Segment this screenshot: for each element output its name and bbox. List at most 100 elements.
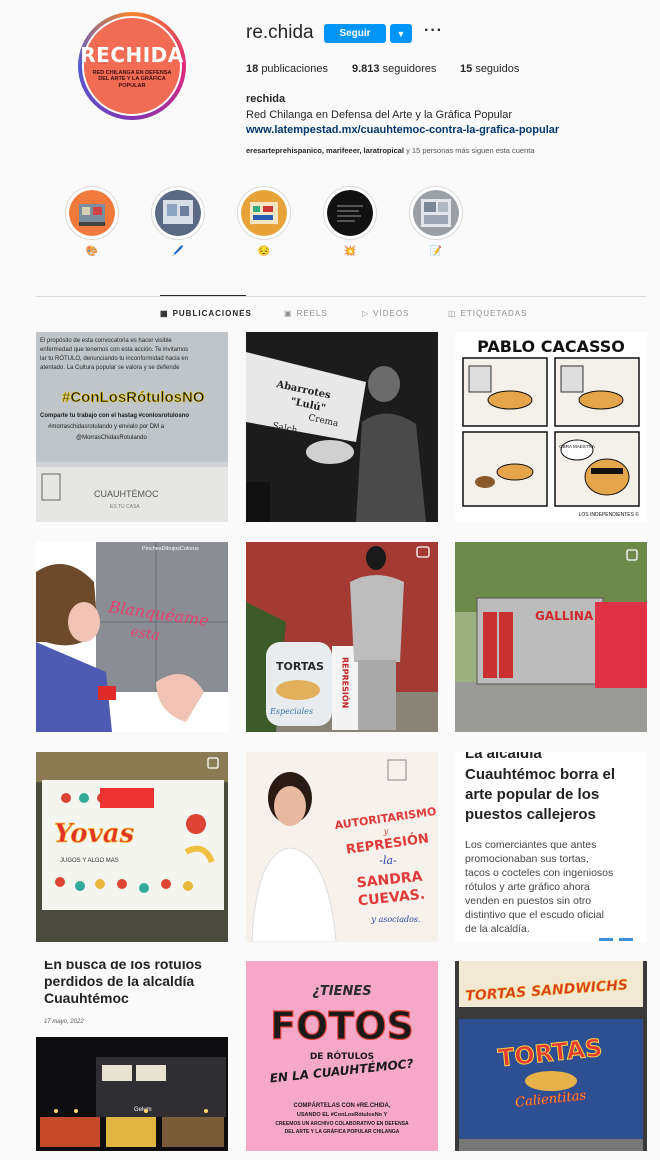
post-text-line: y [383,827,389,836]
post-text-line: -la- [379,854,397,867]
post-text-line: promocionaban sus tortas, [465,853,589,865]
post-image: AUTORITARISMO y REPRESIÓN -la- SANDRA CU… [246,752,438,942]
post-text-line: lar tu RÓTULO, denunciando tu inconformi… [40,355,188,362]
post-image: La alcaldía Cuauhtémoc borra el arte pop… [455,752,647,942]
post-tile-8[interactable]: AUTORITARISMO y REPRESIÓN -la- SANDRA CU… [246,752,438,942]
suggested-dropdown-button[interactable]: ▼ [390,24,412,43]
post-text-line: Cuauhtémoc borra el [465,766,615,783]
profile-link[interactable]: www.latempestad.mx/cuauhtemoc-contra-la-… [246,124,559,136]
post-text-line: Especiales [269,707,313,716]
post-tile-9[interactable]: La alcaldía Cuauhtémoc borra el arte pop… [455,752,647,942]
post-tile-10[interactable]: En busca de los rótulos perdidos de la a… [36,961,228,1151]
tab-videos[interactable]: ▷ VÍDEOS [362,309,409,318]
post-tile-1[interactable]: El propósito de esta convocatoria es hac… [36,332,228,522]
stat-following-value: 15 [460,63,473,75]
post-image: PABLO CACASSO OBRA MAESTRA LOS INDEPENDI… [455,332,647,522]
highlight-label: 📝 [429,246,443,257]
stat-posts-value: 18 [246,63,259,75]
post-text-line: y asociados. [370,915,420,924]
post-text-line: @MorrasChidasRotulando [76,435,147,441]
highlight-1[interactable]: 🎨 [62,186,122,257]
post-hashtag: #ConLosRótulosNO [62,389,205,406]
highlight-3[interactable]: 😔 [234,186,294,257]
post-tile-12[interactable]: TORTAS SANDWICHS TORTAS Calientitas [455,961,647,1151]
highlight-label: 💥 [343,246,357,257]
stat-following-label: seguidos [475,63,520,75]
highlight-4[interactable]: 💥 [320,186,380,257]
post-text-line: 17 mayo, 2022 [44,1019,84,1025]
post-text-line: CUAUHTÉMOC [94,489,159,499]
post-text-line: El propósito de esta convocatoria es hac… [40,338,172,344]
highlight-ring [409,186,463,240]
post-text-line: Cuauhtémoc [44,990,129,1006]
post-image: TORTAS SANDWICHS TORTAS Calientitas [455,961,647,1151]
highlight-ring [237,186,291,240]
post-text-line: enfermedad que tenemos con esta acción. … [40,347,188,353]
tagged-icon: ◫ [448,309,457,318]
post-image: Yovas JUGOS Y ALGO MAS [36,752,228,942]
highlight-cover [69,190,115,236]
stat-followers-value: 9.813 [352,63,380,75]
post-text-line: La alcaldía [465,752,542,762]
post-text-line: Yovas [54,819,135,849]
highlight-cover [327,190,373,236]
reels-icon: ▣ [284,309,293,318]
post-text-line: rótulos y arte gráfico ahora [465,881,590,893]
username: re.chida [246,22,314,43]
post-image: GALLINA [455,542,647,732]
stat-following[interactable]: 15 seguidos [460,63,519,75]
post-text-line: Gelum [134,1107,152,1113]
stat-posts-label: publicaciones [261,63,328,75]
post-image: ¿TIENES FOTOS DE RÓTULOS EN LA CUAUHTÉMO… [246,961,438,1151]
tab-label: PUBLICACIONES [172,309,252,318]
highlight-2[interactable]: 🖊️ [148,186,208,257]
post-text-line: FOTOS [270,1004,414,1048]
post-tile-7[interactable]: Yovas JUGOS Y ALGO MAS [36,752,228,942]
post-text-line: LOS INDEPENDIENTES © [579,511,640,518]
post-text-line: #morraschidasrotulando y envialo por DM … [48,424,165,430]
followed-by[interactable]: eresarteprehispanico, marifeeer, laratro… [246,146,535,155]
full-name: rechida [246,93,286,105]
post-text-line: distintivo que el escudo oficial [465,909,604,921]
more-options-button[interactable]: ··· [424,22,443,40]
highlight-cover [155,190,201,236]
post-tile-6[interactable]: GALLINA [455,542,647,732]
bio: Red Chilanga en Defensa del Arte y la Gr… [246,109,512,121]
highlight-cover [241,190,287,236]
followed-by-names: eresarteprehispanico, marifeeer, laratro… [246,146,404,155]
tab-reels[interactable]: ▣ REELS [284,309,328,318]
post-text-line: CREEMOS UN ARCHIVO COLABORATIVO EN DEFEN… [275,1121,409,1127]
post-text-line: TORTAS [276,660,324,673]
post-text-line: DEL ARTE Y LA GRÁFICA POPULAR CHILANGA [285,1128,400,1135]
avatar-logo-subtext: RED CHILANGA EN DEFENSA DEL ARTE Y LA GR… [92,69,172,89]
avatar[interactable]: RECHIDA RED CHILANGA EN DEFENSA DEL ARTE… [80,16,183,116]
tab-etiquetadas[interactable]: ◫ ETIQUETADAS [448,309,527,318]
highlight-cover [413,190,459,236]
grid-icon: ▦ [160,309,169,318]
post-tile-3[interactable]: PABLO CACASSO OBRA MAESTRA LOS INDEPENDI… [455,332,647,522]
post-text-line: arte popular de los [465,786,599,803]
chevron-down-icon: ▼ [396,28,406,39]
follow-button[interactable]: Seguir [324,24,386,43]
highlight-label: 🖊️ [171,246,185,257]
post-tile-2[interactable]: Abarrotes "Lulú" Crema Salch [246,332,438,522]
tabs-divider [36,296,646,297]
tab-label: REELS [296,309,328,318]
highlight-5[interactable]: 📝 [406,186,466,257]
tab-publicaciones[interactable]: ▦ PUBLICACIONES [160,309,252,318]
post-tile-5[interactable]: TORTAS Especiales REPRESIÓN [246,542,438,732]
highlight-label: 😔 [257,246,271,257]
highlight-ring [151,186,205,240]
post-text-line: COMPÁRTELAS CON #RE.CHIDA, [293,1102,390,1109]
post-text-line: tacos o cocteles con ingeniosos [465,867,613,879]
highlight-ring [323,186,377,240]
post-tile-4[interactable]: PinchesDibujosColorus Blanquéame esta [36,542,228,732]
post-image: En busca de los rótulos perdidos de la a… [36,961,228,1151]
post-text-line: PinchesDibujosColorus [142,546,199,552]
post-text-line: perdidos de la alcaldía [44,973,194,989]
stat-followers[interactable]: 9.813 seguidores [352,63,436,75]
post-text-line: DE RÓTULOS [310,1050,374,1062]
post-text-line: de la alcaldía. [465,923,530,935]
post-image: El propósito de esta convocatoria es hac… [36,332,228,522]
post-tile-11[interactable]: ¿TIENES FOTOS DE RÓTULOS EN LA CUAUHTÉMO… [246,961,438,1151]
